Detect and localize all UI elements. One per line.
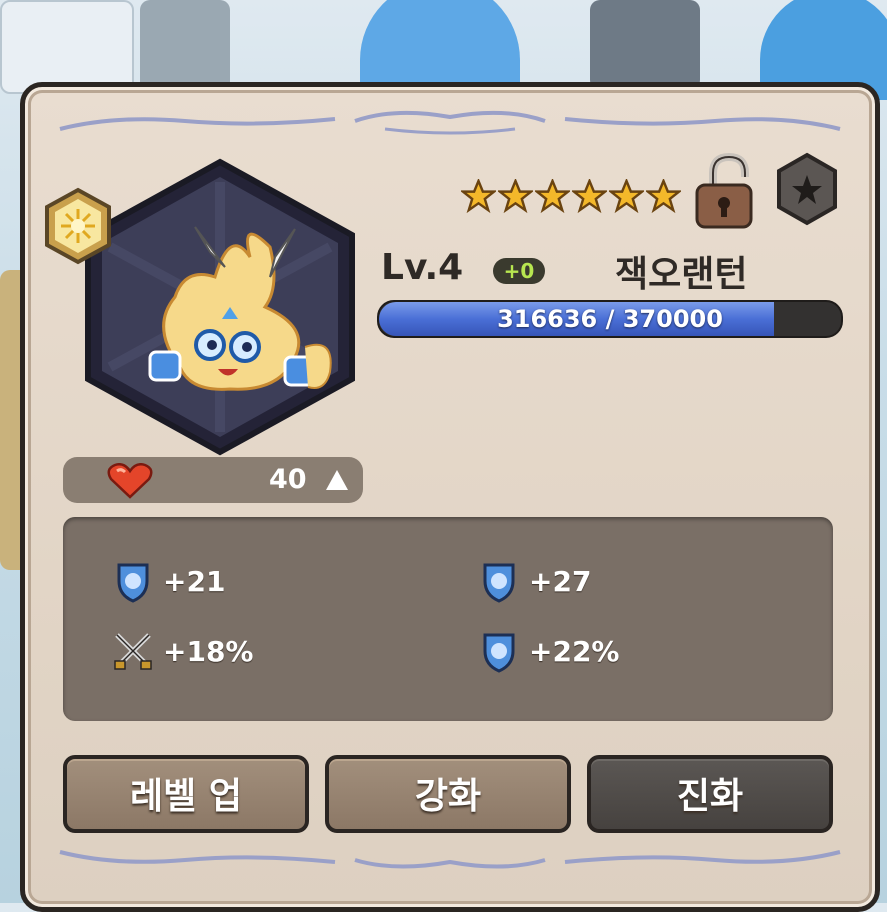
stat-value: +27	[529, 564, 592, 598]
bottom-ornament	[59, 850, 841, 869]
exp-bar: 316636 / 370000	[377, 300, 843, 338]
affection-value: 40	[269, 464, 307, 495]
favorite-star-icon[interactable]	[775, 151, 839, 231]
affection-box[interactable]: 40	[63, 457, 363, 503]
background-pillar	[140, 0, 230, 95]
evolve-button[interactable]: 진화	[587, 755, 833, 833]
shield-stat-icon	[483, 633, 515, 673]
enhance-button[interactable]: 강화	[325, 755, 571, 833]
star-icon	[535, 179, 570, 214]
star-icon	[461, 179, 496, 214]
stats-panel: +21 +27 +18% +22%	[63, 517, 833, 721]
shield-stat-icon	[117, 563, 149, 603]
star-icon	[498, 179, 533, 214]
star-icon	[609, 179, 644, 214]
exp-text: 316636 / 370000	[497, 305, 723, 333]
stat-item: +22%	[477, 629, 619, 673]
star-icon	[572, 179, 607, 214]
character-info-panel: Lv.4 +0 잭오랜턴 316636 / 370000 40 +21 +27 …	[20, 82, 880, 912]
unlocked-lock-icon[interactable]	[693, 151, 757, 231]
background-pillar	[590, 0, 700, 90]
star-icon	[646, 179, 681, 214]
background-window	[0, 0, 134, 94]
stat-value: +21	[163, 564, 226, 598]
star-rating	[461, 179, 681, 214]
character-name: 잭오랜턴	[615, 254, 748, 295]
shield-stat-icon	[483, 563, 515, 603]
level-up-button[interactable]: 레벨 업	[63, 755, 309, 833]
crossed-swords-icon	[114, 633, 152, 670]
stat-item: +18%	[111, 629, 253, 673]
level-label: Lv.4	[381, 247, 464, 288]
stat-item: +27	[477, 559, 591, 603]
heart-icon	[107, 463, 153, 499]
up-arrow-icon	[326, 470, 348, 490]
stat-value: +18%	[163, 634, 254, 668]
stat-value: +22%	[529, 634, 620, 668]
character-portrait[interactable]	[80, 157, 360, 457]
enhance-badge: +0	[493, 258, 545, 284]
top-ornament	[59, 110, 841, 135]
sun-grade-icon	[45, 187, 111, 265]
stat-item: +21	[111, 559, 225, 603]
